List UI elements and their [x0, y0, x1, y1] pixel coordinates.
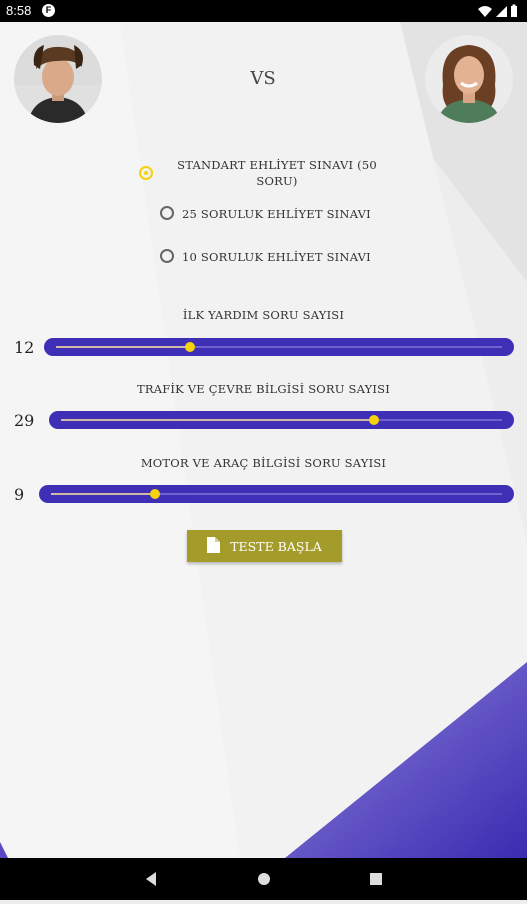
- status-time: 8:58: [6, 3, 32, 18]
- start-test-button[interactable]: TESTE BAŞLA: [187, 530, 342, 562]
- player-avatar-right: [425, 35, 513, 123]
- radio-selected-icon[interactable]: [139, 166, 153, 180]
- navigation-bar: [0, 858, 527, 900]
- back-icon[interactable]: [146, 872, 156, 886]
- slider-fill: [61, 419, 375, 421]
- radio-option-label: STANDART EHLİYET SINAVI (50 SORU): [177, 158, 377, 188]
- slider-value-first-aid: 12: [14, 338, 35, 357]
- slider-motor[interactable]: [39, 485, 514, 503]
- home-icon[interactable]: [258, 873, 270, 885]
- versus-label: VS: [250, 68, 276, 89]
- radio-option-10[interactable]: 10 SORULUK EHLİYET SINAVI: [160, 249, 371, 264]
- radio-option-standard[interactable]: STANDART EHLİYET SINAVI (50 SORU): [139, 157, 389, 189]
- start-test-label: TESTE BAŞLA: [230, 538, 322, 554]
- player-avatar-left: [14, 35, 102, 123]
- system-icons: [477, 4, 521, 21]
- slider-fill: [56, 346, 190, 348]
- radio-option-label: 25 SORULUK EHLİYET SINAVI: [182, 207, 371, 221]
- status-bar: 8:58 F: [0, 0, 527, 22]
- slider-label-traffic: TRAFİK VE ÇEVRE BİLGİSİ SORU SAYISI: [137, 382, 390, 396]
- slider-fill: [51, 493, 155, 495]
- slider-label-first-aid: İLK YARDIM SORU SAYISI: [182, 308, 345, 322]
- slider-thumb[interactable]: [184, 342, 195, 352]
- slider-first-aid[interactable]: [44, 338, 514, 356]
- radio-option-25[interactable]: 25 SORULUK EHLİYET SINAVI: [160, 206, 371, 221]
- slider-thumb[interactable]: [149, 489, 160, 499]
- recents-icon[interactable]: [370, 873, 382, 885]
- slider-traffic[interactable]: [49, 411, 514, 429]
- background: [0, 22, 527, 858]
- radio-unselected-icon[interactable]: [160, 206, 174, 220]
- document-icon: [207, 536, 221, 556]
- slider-value-motor: 9: [14, 485, 25, 504]
- slider-label-motor: MOTOR VE ARAÇ BİLGİSİ SORU SAYISI: [140, 456, 387, 470]
- notification-icon: F: [42, 4, 55, 17]
- radio-option-label: 10 SORULUK EHLİYET SINAVI: [182, 250, 371, 264]
- slider-value-traffic: 29: [14, 411, 35, 430]
- radio-unselected-icon[interactable]: [160, 249, 174, 263]
- slider-thumb[interactable]: [369, 415, 380, 425]
